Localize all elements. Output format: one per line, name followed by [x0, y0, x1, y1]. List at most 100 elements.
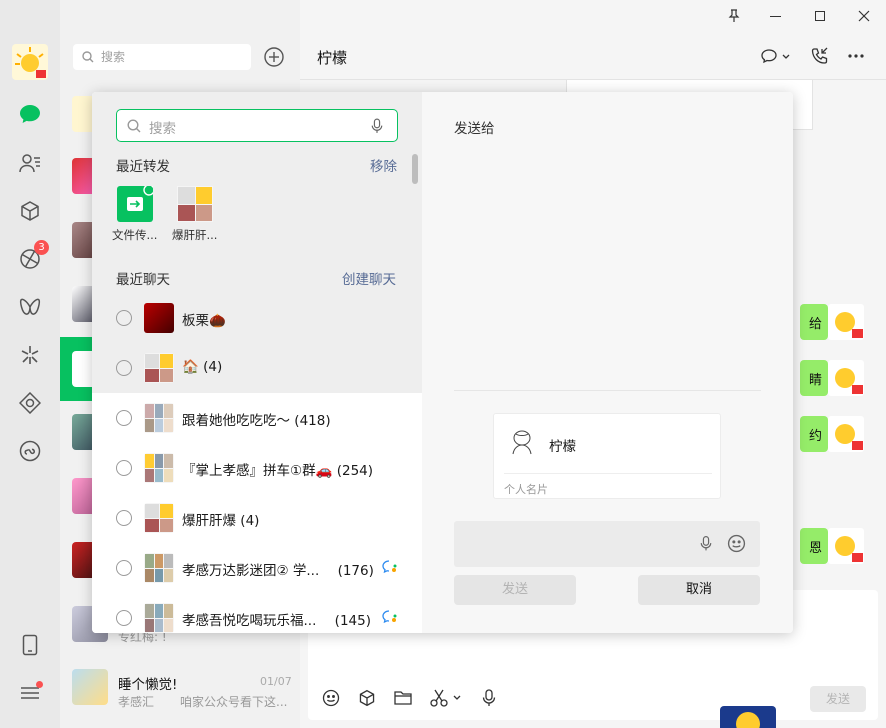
recent-forward-item[interactable]: 爆肝肝... [172, 185, 222, 247]
search-placeholder: 搜索 [101, 50, 126, 64]
select-radio[interactable] [116, 460, 132, 476]
list-item-preview: 咱家公众号看下这... [180, 695, 288, 709]
chat-count: (418) [294, 413, 331, 429]
create-chat-link[interactable]: 创建聊天 [342, 268, 396, 288]
recent-chat-row[interactable]: 『掌上孝感』拼车①群🚗 (254) [92, 443, 422, 493]
nav-rail: 3 [0, 0, 60, 728]
recent-chat-row[interactable]: 跟着她他吃吃吃～ (418) [92, 393, 422, 443]
recent-forward-title: 最近转发 [116, 159, 170, 175]
chat-emoji: 🌰 [209, 313, 226, 329]
list-item-time: 01/07 [260, 675, 292, 688]
forward-dialog: 搜索 最近转发 移除 文件传... 爆肝肝... 最近聊天 创建聊天 板栗🌰 🏠… [92, 92, 793, 633]
more-icon[interactable] [848, 54, 864, 58]
cancel-button[interactable]: 取消 [638, 575, 760, 605]
favorites-icon[interactable] [17, 198, 43, 224]
send-to-title: 发送给 [454, 121, 495, 137]
select-radio[interactable] [116, 410, 132, 426]
message-note-input[interactable] [454, 521, 760, 567]
chat-name: 板栗 [182, 313, 209, 329]
chat-count: (254) [336, 463, 374, 479]
my-avatar[interactable] [828, 416, 864, 452]
menu-dot [36, 681, 43, 688]
chat-name: 孝感吾悦吃喝玩乐福... [182, 613, 317, 629]
phone-icon[interactable] [17, 632, 43, 658]
select-radio[interactable] [116, 510, 132, 526]
recent-chat-row[interactable]: 🏠 (4) [92, 343, 422, 393]
chat-more-bubble-icon[interactable] [761, 48, 793, 64]
list-item[interactable]: 睡个懒觉! 01/07 孝感汇 咱家公众号看下这... [60, 657, 300, 721]
dialog-right-pane: 发送给 柠檬 个人名片 发送 取消 [422, 92, 793, 633]
send-button[interactable]: 发送 [454, 575, 576, 605]
message-bubble[interactable]: 约 [800, 416, 828, 452]
chat-name: 『掌上孝感』拼车①群🚗 [182, 463, 333, 479]
recent-chat-row[interactable]: 爆肝肝爆 (4) [92, 493, 422, 543]
chat-name: 爆肝肝爆 [182, 513, 236, 529]
card-avatar [504, 424, 540, 460]
list-item-name: 睡个懒觉! [118, 677, 178, 693]
chat-avatar [144, 303, 174, 333]
add-icon[interactable] [263, 46, 285, 68]
chat-avatar [144, 403, 174, 433]
contacts-icon[interactable] [17, 150, 43, 176]
wecom-icon [382, 610, 397, 624]
select-radio[interactable] [116, 360, 132, 376]
minimize-icon[interactable] [770, 16, 781, 17]
card-name: 柠檬 [549, 439, 576, 455]
message-bubble[interactable]: 睛 [800, 360, 828, 396]
card-divider [504, 473, 712, 474]
remove-link[interactable]: 移除 [370, 155, 397, 175]
folder-icon[interactable] [394, 690, 412, 706]
favorites-send-icon[interactable] [358, 689, 376, 707]
select-radio[interactable] [116, 610, 132, 626]
mini-program-icon[interactable] [17, 438, 43, 464]
chat-count: (4) [203, 359, 223, 375]
contact-card-preview: 柠檬 个人名片 [493, 413, 721, 499]
discover-icon[interactable] [17, 342, 43, 368]
search-feature-icon[interactable] [17, 390, 43, 416]
emoji-icon[interactable] [727, 534, 746, 553]
call-icon[interactable] [811, 47, 829, 65]
mic-icon[interactable] [700, 535, 712, 552]
voice-icon[interactable] [482, 689, 496, 707]
group-avatar [177, 186, 213, 222]
chat-avatar [144, 503, 174, 533]
recent-forward-item[interactable]: 文件传... [112, 185, 162, 247]
message-bubble[interactable]: 恩 [800, 528, 828, 564]
chat-count: (145) [334, 613, 371, 629]
dialog-search-input[interactable]: 搜索 [116, 109, 398, 142]
my-avatar[interactable] [828, 360, 864, 396]
pin-icon[interactable] [728, 9, 740, 23]
mic-icon[interactable] [371, 118, 383, 134]
chat-name: 🏠 [182, 359, 199, 375]
recent-chat-row[interactable]: 孝感万达影迷团② 学... (176) [92, 543, 422, 593]
file-transfer-icon [117, 186, 153, 222]
screenshot-icon[interactable] [430, 689, 462, 707]
channels-icon[interactable] [17, 294, 43, 320]
recent-chat-row[interactable]: 孝感吾悦吃喝玩乐福... (145) [92, 593, 422, 633]
menu-icon[interactable] [17, 680, 43, 706]
wecom-icon [382, 560, 397, 574]
emoji-icon[interactable] [322, 689, 340, 707]
title-bar [300, 0, 886, 32]
scrollbar[interactable] [412, 154, 418, 184]
chat-name: 跟着她他吃吃吃～ [182, 413, 290, 429]
search-icon [82, 51, 94, 63]
chat-avatar [144, 553, 174, 583]
my-avatar[interactable] [828, 304, 864, 340]
recent-chats-title: 最近聊天 [116, 272, 170, 288]
user-avatar[interactable] [12, 44, 48, 80]
list-item-sender: 孝感汇 [118, 695, 155, 709]
chat-icon[interactable] [17, 101, 43, 127]
select-radio[interactable] [116, 310, 132, 326]
maximize-icon[interactable] [815, 11, 825, 21]
moments-icon[interactable]: 3 [17, 240, 49, 272]
close-icon[interactable] [858, 10, 870, 22]
select-radio[interactable] [116, 560, 132, 576]
recent-chat-row[interactable]: 板栗🌰 [92, 293, 422, 343]
search-input[interactable]: 搜索 [73, 44, 251, 70]
message-bubble[interactable]: 给 [800, 304, 828, 340]
chat-count: (4) [240, 513, 260, 529]
chat-send-button[interactable]: 发送 [810, 686, 866, 712]
my-avatar[interactable] [828, 528, 864, 564]
sticker-peek [720, 706, 776, 728]
